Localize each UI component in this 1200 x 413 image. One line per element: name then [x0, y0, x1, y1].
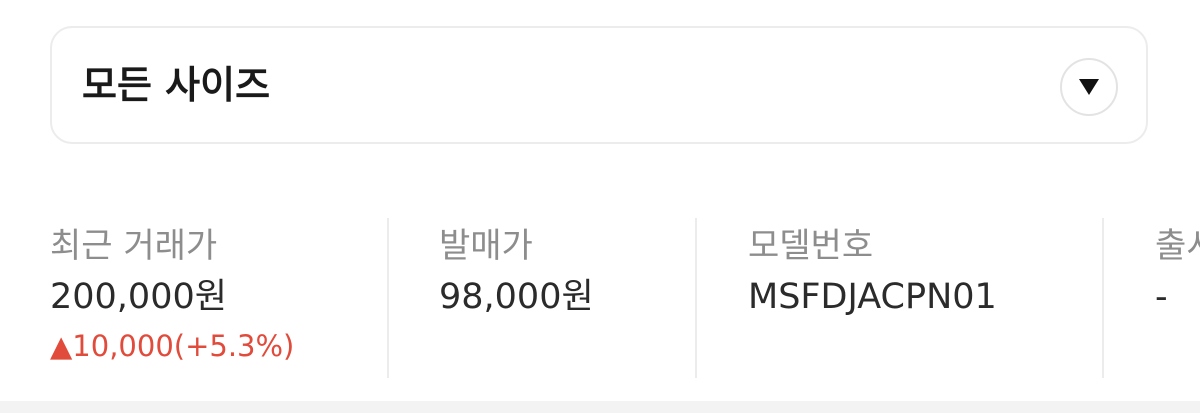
model-number-column: 모델번호 MSFDJACPN01 [748, 218, 1098, 380]
release-date-value: - [1155, 277, 1168, 317]
release-date-label: 출시 [1155, 226, 1200, 266]
column-divider [1102, 218, 1104, 378]
size-selector[interactable]: 모든 사이즈 [50, 26, 1148, 144]
release-price-label: 발매가 [439, 226, 533, 266]
recent-price-column: 최근 거래가 200,000원 ▲10,000(+5.3%) [50, 218, 380, 380]
recent-price-change: ▲10,000(+5.3%) [50, 329, 295, 363]
release-price-value: 98,000원 [439, 277, 594, 317]
model-number-label: 모델번호 [748, 226, 874, 266]
product-info-row: 최근 거래가 200,000원 ▲10,000(+5.3%) 발매가 98,00… [0, 218, 1200, 380]
model-number-value: MSFDJACPN01 [748, 277, 997, 317]
recent-price-label: 최근 거래가 [50, 226, 218, 266]
bottom-divider [0, 401, 1200, 413]
triangle-down-icon [1079, 79, 1099, 95]
recent-price-value: 200,000원 [50, 277, 227, 317]
column-divider [695, 218, 697, 378]
size-dropdown-button[interactable] [1060, 58, 1118, 116]
product-info-page: 모든 사이즈 최근 거래가 200,000원 ▲10,000(+5.3%) 발매… [0, 0, 1200, 413]
release-date-column: 출시 - [1155, 218, 1200, 380]
size-selector-label: 모든 사이즈 [82, 63, 271, 107]
column-divider [387, 218, 389, 378]
release-price-column: 발매가 98,000원 [439, 218, 689, 380]
